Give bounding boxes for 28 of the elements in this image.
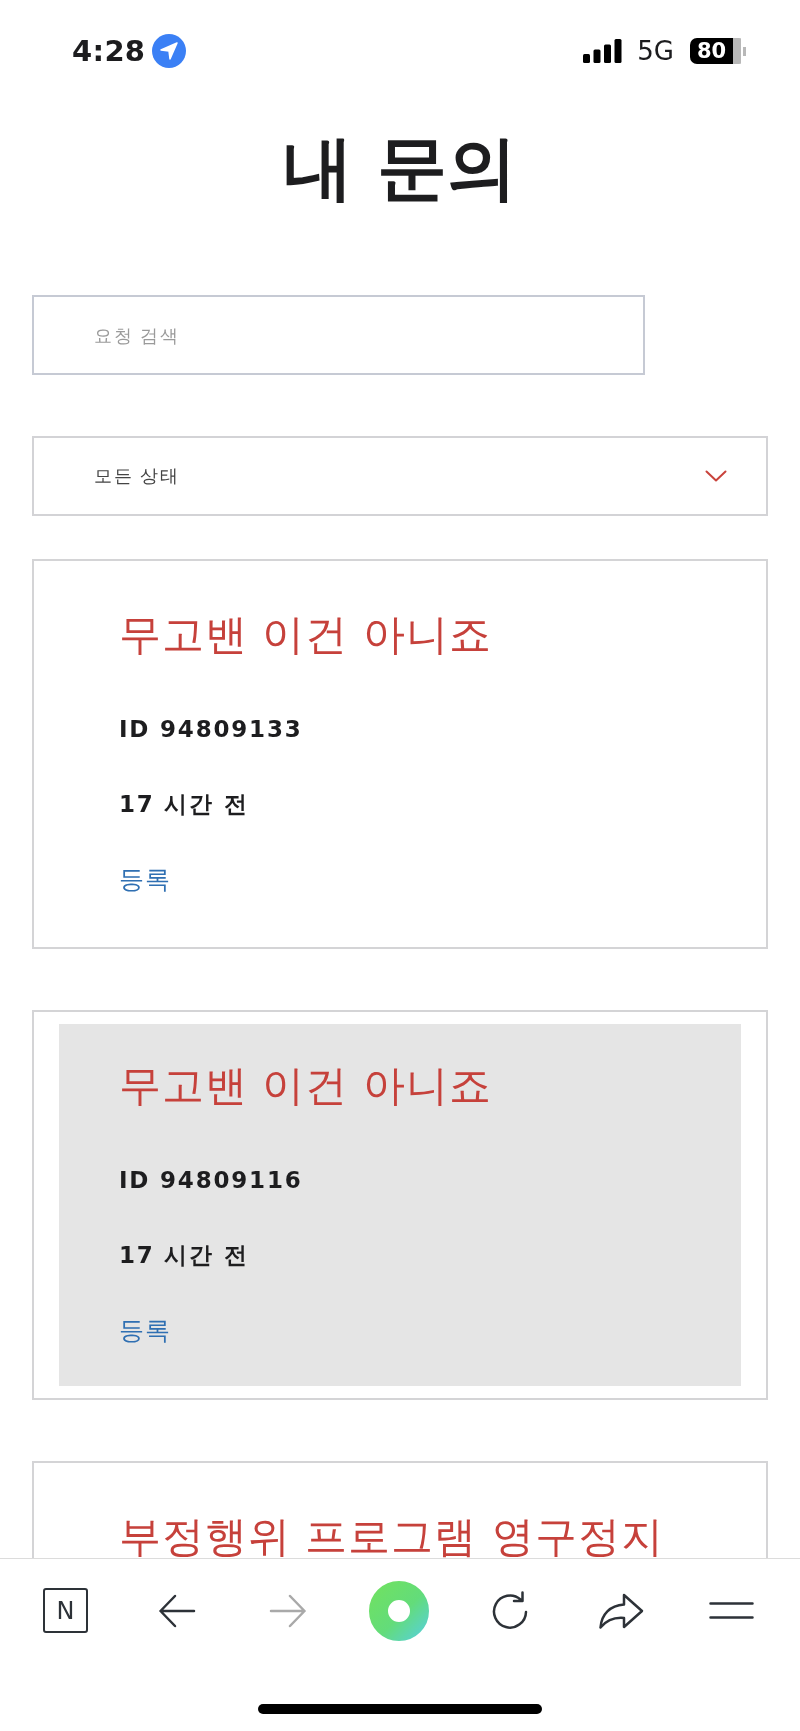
- request-card[interactable]: 무고밴 이건 아니죠 ID 94809133 17 시간 전 등록: [32, 559, 768, 949]
- request-title: 무고밴 이건 아니죠: [119, 1068, 493, 1104]
- share-arrow-icon: [597, 1591, 644, 1630]
- network-type: 5G: [637, 36, 674, 66]
- request-title: 무고밴 이건 아니죠: [119, 617, 493, 653]
- request-time: 17 시간 전: [119, 1241, 250, 1270]
- page-title: 내 문의: [281, 126, 519, 211]
- menu-button[interactable]: [709, 1602, 754, 1619]
- menu-icon: [709, 1602, 754, 1619]
- share-button[interactable]: [597, 1591, 644, 1630]
- status-dropdown[interactable]: 모든 상태: [32, 436, 768, 516]
- chevron-down-icon: [705, 470, 727, 482]
- status-time: 4:28: [72, 34, 146, 68]
- request-card[interactable]: 무고밴 이건 아니죠 ID 94809116 17 시간 전 등록: [32, 1010, 768, 1400]
- back-button[interactable]: [157, 1593, 196, 1628]
- ring-icon: [368, 1580, 429, 1641]
- battery-indicator: 80: [690, 38, 746, 64]
- request-status: 등록: [119, 864, 172, 895]
- request-id: ID 94809133: [119, 715, 304, 744]
- request-card[interactable]: 부정행위 프로그램 영구정지: [32, 1461, 768, 1558]
- signal-icon: [583, 39, 623, 63]
- search-field[interactable]: 요청 검색: [32, 295, 645, 375]
- arrow-left-icon: [157, 1593, 196, 1628]
- logo-button[interactable]: N: [43, 1588, 88, 1633]
- arrow-right-icon: [268, 1593, 307, 1628]
- request-id: ID 94809116: [119, 1166, 304, 1195]
- request-status: 등록: [119, 1315, 172, 1346]
- request-time: 17 시간 전: [119, 790, 250, 819]
